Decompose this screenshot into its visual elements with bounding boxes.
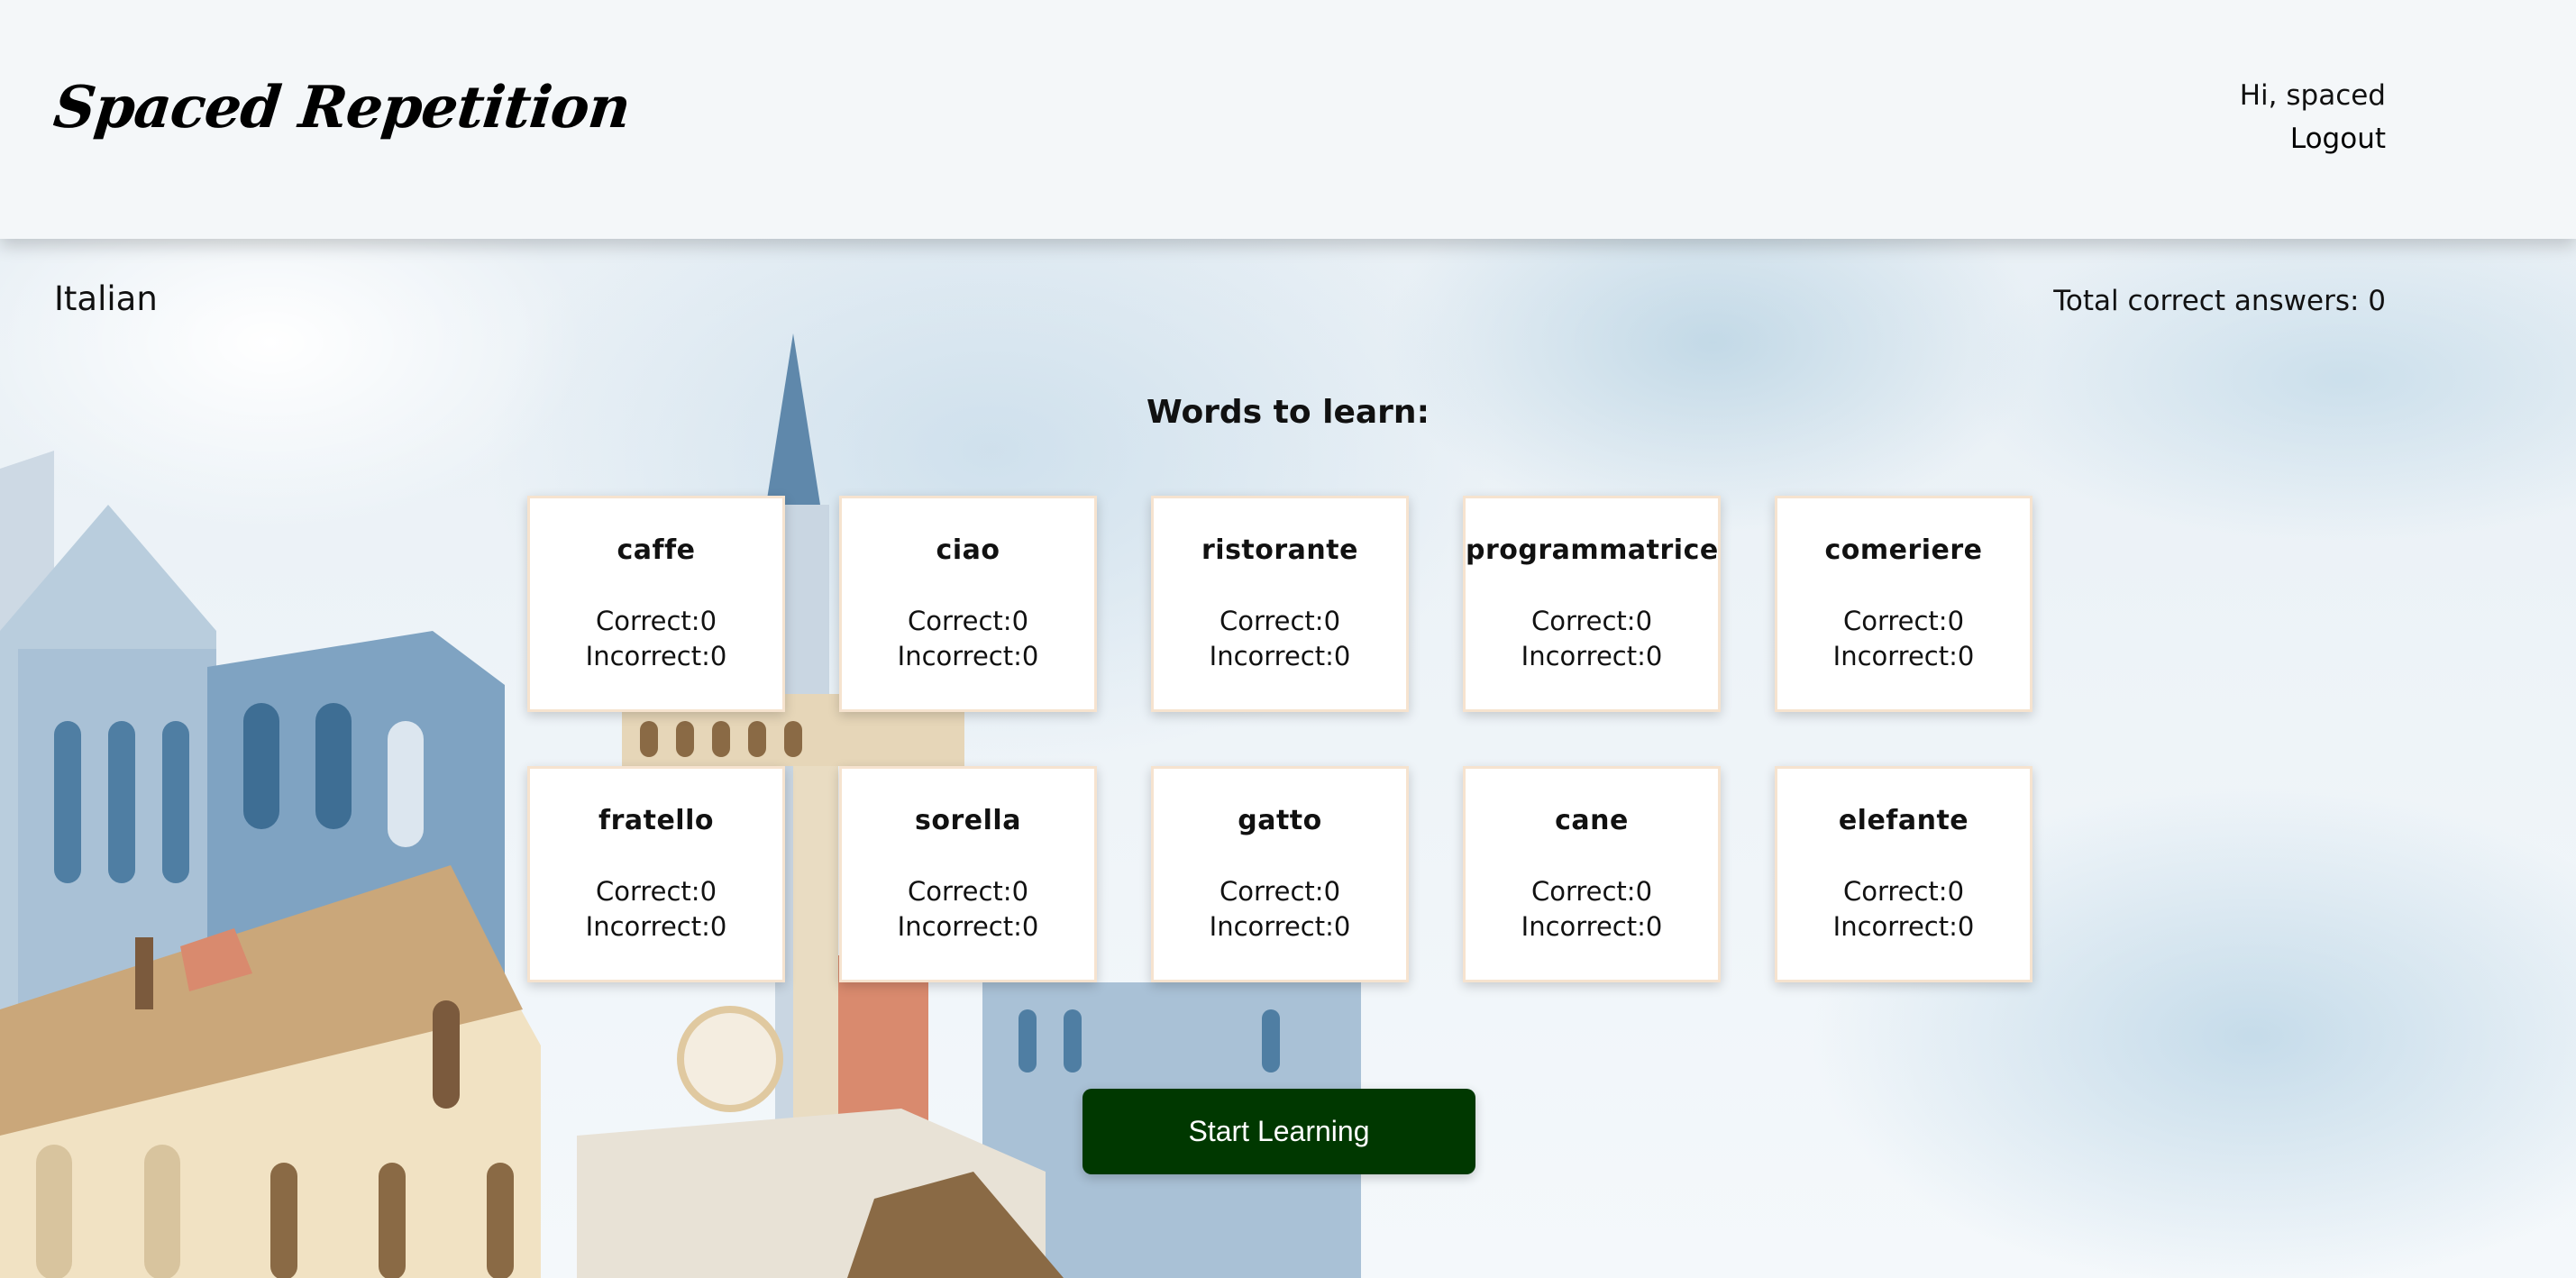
total-correct-answers: Total correct answers: 0 [2053, 285, 2386, 317]
word-text: caffe [617, 534, 696, 566]
correct-count: Correct:0 [595, 606, 717, 636]
app-logo-title[interactable]: Spaced Repetition [50, 74, 633, 141]
incorrect-count: Incorrect:0 [897, 911, 1039, 942]
word-card[interactable]: ristorante Correct:0 Incorrect:0 [1151, 496, 1409, 712]
correct-count: Correct:0 [1842, 876, 1965, 907]
word-card[interactable]: programmatrice Correct:0 Incorrect:0 [1463, 496, 1721, 712]
user-nav: Hi, spaced Logout [2240, 74, 2386, 160]
user-greeting: Hi, spaced [2239, 79, 2386, 112]
incorrect-count: Incorrect:0 [1832, 641, 1975, 671]
language-name: Italian [54, 279, 158, 318]
word-text: cane [1555, 805, 1629, 836]
correct-count: Correct:0 [1842, 606, 1965, 636]
correct-count: Correct:0 [1530, 876, 1653, 907]
incorrect-count: Incorrect:0 [585, 641, 727, 671]
incorrect-count: Incorrect:0 [1832, 911, 1975, 942]
word-card[interactable]: fratello Correct:0 Incorrect:0 [527, 766, 785, 982]
start-learning-button[interactable]: Start Learning [1082, 1089, 1475, 1174]
incorrect-count: Incorrect:0 [1209, 911, 1351, 942]
word-card[interactable]: ciao Correct:0 Incorrect:0 [839, 496, 1097, 712]
word-text: gatto [1238, 805, 1322, 836]
correct-count: Correct:0 [1530, 606, 1653, 636]
words-heading-text: Words to learn: [1146, 394, 1430, 431]
word-text: ciao [936, 534, 1000, 566]
incorrect-count: Incorrect:0 [1521, 911, 1663, 942]
word-text: ristorante [1201, 534, 1358, 566]
correct-count: Correct:0 [595, 876, 717, 907]
word-text: elefante [1838, 805, 1969, 836]
word-card-grid: caffe Correct:0 Incorrect:0 ciao Correct:0 I… [527, 496, 2032, 982]
word-card[interactable]: cane Correct:0 Incorrect:0 [1463, 766, 1721, 982]
word-card[interactable]: comeriere Correct:0 Incorrect:0 [1775, 496, 2032, 712]
incorrect-count: Incorrect:0 [1521, 641, 1663, 671]
correct-count: Correct:0 [907, 876, 1029, 907]
word-text: comeriere [1824, 534, 1983, 566]
word-card[interactable]: gatto Correct:0 Incorrect:0 [1151, 766, 1409, 982]
word-text: fratello [598, 805, 714, 836]
logout-link[interactable]: Logout [2240, 117, 2386, 160]
correct-count: Correct:0 [907, 606, 1029, 636]
correct-count: Correct:0 [1219, 606, 1341, 636]
incorrect-count: Incorrect:0 [897, 641, 1039, 671]
word-card[interactable]: sorella Correct:0 Incorrect:0 [839, 766, 1097, 982]
incorrect-count: Incorrect:0 [1209, 641, 1351, 671]
word-text: sorella [915, 805, 1021, 836]
app-header: Spaced Repetition Hi, spaced Logout [0, 0, 2576, 239]
word-text: programmatrice [1466, 534, 1719, 566]
word-card[interactable]: caffe Correct:0 Incorrect:0 [527, 496, 785, 712]
correct-count: Correct:0 [1219, 876, 1341, 907]
incorrect-count: Incorrect:0 [585, 911, 727, 942]
words-to-learn-heading: Words to learn: [0, 394, 2576, 431]
word-card[interactable]: elefante Correct:0 Incorrect:0 [1775, 766, 2032, 982]
